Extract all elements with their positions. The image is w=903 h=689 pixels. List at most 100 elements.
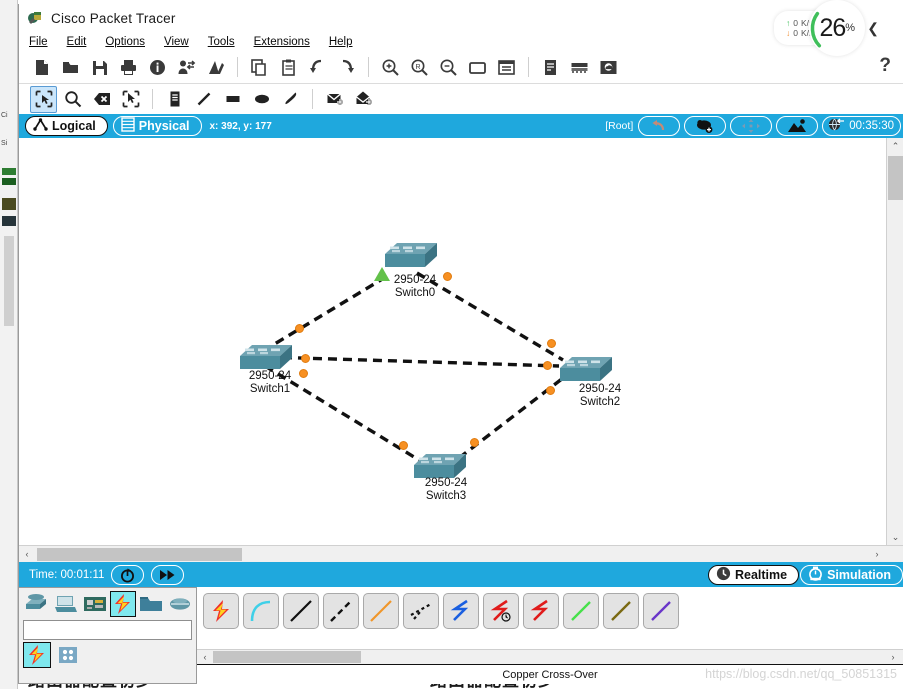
paste-icon[interactable]	[275, 54, 302, 81]
delete-tool-icon[interactable]	[88, 86, 115, 113]
draw-ellipse-icon[interactable]	[248, 86, 275, 113]
tab-physical[interactable]: Physical	[112, 116, 202, 136]
automatic-connection[interactable]	[203, 593, 239, 629]
menu-help[interactable]: Help	[329, 36, 353, 48]
draw-freeform-icon[interactable]	[277, 86, 304, 113]
navigation-back-button[interactable]	[638, 116, 681, 136]
port-marker[interactable]	[543, 361, 552, 370]
connections-icon[interactable]	[110, 591, 136, 617]
port-marker[interactable]	[295, 324, 304, 333]
octal-connection[interactable]	[563, 593, 599, 629]
copper-straight-through[interactable]	[283, 593, 319, 629]
vertical-scroll-thumb[interactable]	[888, 156, 903, 200]
draw-line-icon[interactable]	[190, 86, 217, 113]
serial-dce-connection[interactable]	[483, 593, 519, 629]
add-simple-pdu-icon[interactable]	[321, 86, 348, 113]
menu-options[interactable]: Options	[105, 36, 145, 48]
tab-logical[interactable]: Logical	[25, 116, 108, 136]
watermark-text: https://blog.csdn.net/qq_50851315	[705, 667, 897, 681]
background-scroll-remnant	[4, 236, 14, 326]
device-node-switch0[interactable]: 2950-24 Switch0	[374, 240, 439, 299]
draw-rectangle-icon[interactable]	[219, 86, 246, 113]
serial-dte-connection[interactable]	[523, 593, 559, 629]
inspect-tool-icon[interactable]	[59, 86, 86, 113]
palette-scroll-left-arrow[interactable]: ‹	[197, 649, 213, 665]
iot-custom-cable[interactable]	[603, 593, 639, 629]
open-file-icon[interactable]	[57, 54, 84, 81]
phone-connection[interactable]	[403, 593, 439, 629]
menu-edit[interactable]: Edit	[67, 36, 87, 48]
menu-tools[interactable]: Tools	[208, 36, 235, 48]
console-connection[interactable]	[243, 593, 279, 629]
port-marker[interactable]	[547, 339, 556, 348]
drawing-palette-icon[interactable]	[464, 54, 491, 81]
network-info-icon[interactable]	[173, 54, 200, 81]
pane-toggle-icon[interactable]	[537, 54, 564, 81]
end-devices-icon[interactable]	[52, 591, 80, 617]
scroll-right-arrow[interactable]: ›	[869, 546, 885, 562]
connections-group-icon[interactable]	[23, 642, 51, 668]
horizontal-scroll-thumb[interactable]	[37, 548, 242, 561]
place-note-icon[interactable]	[161, 86, 188, 113]
copper-cross-over[interactable]	[323, 593, 359, 629]
menu-file[interactable]: File	[29, 36, 48, 48]
zoom-in-icon[interactable]	[377, 54, 404, 81]
contextual-help-icon[interactable]	[595, 54, 622, 81]
menu-view[interactable]: View	[164, 36, 189, 48]
print-icon[interactable]	[115, 54, 142, 81]
scroll-down-arrow[interactable]: ⌄	[887, 529, 903, 545]
palette-horizontal-scrollbar[interactable]: ‹ ›	[197, 649, 903, 664]
workspace-vertical-scrollbar[interactable]: ⌃ ⌄	[886, 138, 903, 545]
device-rack-icon[interactable]	[566, 54, 593, 81]
zoom-reset-icon[interactable]: R	[406, 54, 433, 81]
palette-scroll-thumb[interactable]	[213, 651, 361, 663]
menu-file-label: File	[29, 35, 48, 48]
custom-devices-icon[interactable]	[493, 54, 520, 81]
select-tool-icon[interactable]	[30, 85, 57, 113]
menu-extensions[interactable]: Extensions	[254, 36, 310, 48]
components-icon[interactable]	[81, 591, 109, 617]
new-cluster-button[interactable]	[684, 116, 727, 136]
move-object-button[interactable]	[730, 116, 773, 136]
custom-made-devices-icon[interactable]	[137, 591, 165, 617]
usb-connection[interactable]	[643, 593, 679, 629]
add-complex-pdu-icon[interactable]	[350, 86, 377, 113]
redo-icon[interactable]	[333, 54, 360, 81]
coaxial-connection[interactable]	[443, 593, 479, 629]
set-tiled-background-button[interactable]	[776, 116, 819, 136]
workspace-horizontal-scrollbar[interactable]: ‹ ›	[19, 545, 903, 562]
port-marker[interactable]	[399, 441, 408, 450]
menu-help-label: Help	[328, 35, 353, 48]
physical-rack-icon	[121, 117, 135, 135]
save-icon[interactable]	[86, 54, 113, 81]
toolbar-separator-1	[237, 57, 238, 77]
multiuser-connection-icon[interactable]	[166, 591, 194, 617]
mode-simulation[interactable]: Simulation	[800, 564, 903, 585]
logical-workspace-canvas[interactable]: 2950-24 Switch0 2950-24 Switch1 2950-24 …	[19, 138, 886, 545]
new-file-icon[interactable]	[28, 54, 55, 81]
port-marker[interactable]	[301, 354, 310, 363]
activity-wizard-icon[interactable]	[144, 54, 171, 81]
copy-icon[interactable]	[246, 54, 273, 81]
device-node-switch1[interactable]: 2950-24 Switch1	[238, 342, 294, 395]
resize-shape-icon[interactable]	[117, 86, 144, 113]
power-cycle-devices-button[interactable]	[111, 564, 145, 585]
fast-forward-time-button[interactable]	[151, 564, 185, 585]
palette-scroll-right-arrow[interactable]: ›	[885, 649, 901, 665]
device-node-switch2[interactable]: 2950-24 Switch2	[558, 354, 621, 408]
undo-icon[interactable]	[304, 54, 331, 81]
network-devices-icon[interactable]	[23, 591, 51, 617]
palette-icon[interactable]	[202, 54, 229, 81]
device-grid-icon[interactable]	[54, 642, 82, 668]
mode-realtime[interactable]: Realtime	[707, 564, 800, 585]
port-marker[interactable]	[470, 438, 479, 447]
scroll-left-arrow[interactable]: ‹	[19, 546, 35, 562]
scroll-up-arrow[interactable]: ⌃	[887, 138, 903, 154]
viewport-time-display[interactable]: 00:35:30	[822, 116, 901, 136]
tools-separator-2	[312, 89, 313, 109]
device-node-switch3[interactable]: 2950-24 Switch3	[412, 451, 468, 502]
simulation-control-bar: Time: 00:01:11 Realtime Simulation	[19, 562, 903, 587]
zoom-out-icon[interactable]	[435, 54, 462, 81]
help-question-button[interactable]: ?	[879, 55, 891, 77]
fiber-connection[interactable]	[363, 593, 399, 629]
